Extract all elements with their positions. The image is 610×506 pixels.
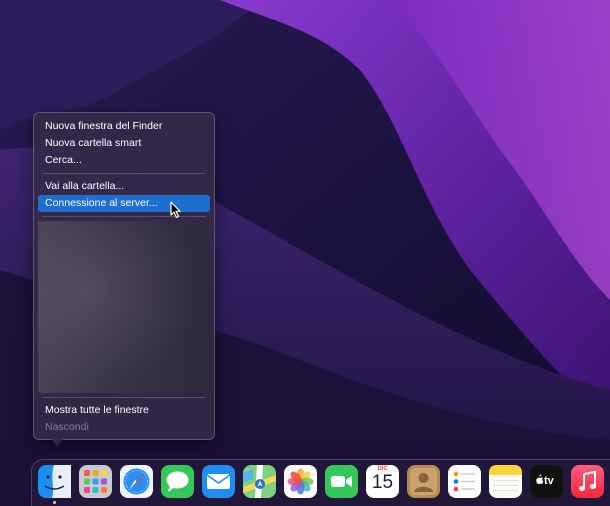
- menu-separator: [42, 173, 206, 174]
- notes-icon[interactable]: [489, 465, 522, 498]
- menu-pointer-tail: [50, 438, 64, 446]
- menu-separator: [42, 397, 206, 398]
- tv-label: tv: [544, 475, 554, 487]
- calendar-day: 15: [371, 472, 394, 493]
- menu-item-connect-to-server[interactable]: Connessione al server...: [38, 195, 210, 212]
- open-windows-list-blurred: [38, 221, 210, 393]
- tv-icon[interactable]: tv: [530, 465, 563, 498]
- menu-item-find[interactable]: Cerca...: [38, 152, 210, 169]
- messages-icon[interactable]: [161, 465, 194, 498]
- facetime-icon[interactable]: [325, 465, 358, 498]
- menu-item-go-to-folder[interactable]: Vai alla cartella...: [38, 178, 210, 195]
- finder-dock-context-menu: Nuova finestra del Finder Nuova cartella…: [33, 112, 215, 440]
- reminders-icon[interactable]: [448, 465, 481, 498]
- menu-item-new-smart-folder[interactable]: Nuova cartella smart: [38, 135, 210, 152]
- calendar-icon[interactable]: DIC 15: [366, 465, 399, 498]
- mail-icon[interactable]: [202, 465, 235, 498]
- maps-icon[interactable]: [243, 465, 276, 498]
- menu-item-hide: Nascondi: [45, 421, 89, 433]
- launchpad-icon[interactable]: [79, 465, 112, 498]
- finder-running-indicator: [53, 501, 56, 504]
- menu-item-show-all-windows[interactable]: Mostra tutte le finestre: [38, 402, 210, 419]
- mouse-cursor-icon: [170, 201, 184, 219]
- photos-icon[interactable]: [284, 465, 317, 498]
- finder-icon[interactable]: [38, 465, 71, 498]
- contacts-icon[interactable]: [407, 465, 440, 498]
- dock: DIC 15 tv: [31, 459, 610, 506]
- menu-item-new-finder-window[interactable]: Nuova finestra del Finder: [38, 118, 210, 135]
- music-icon[interactable]: [571, 465, 604, 498]
- safari-icon[interactable]: [120, 465, 153, 498]
